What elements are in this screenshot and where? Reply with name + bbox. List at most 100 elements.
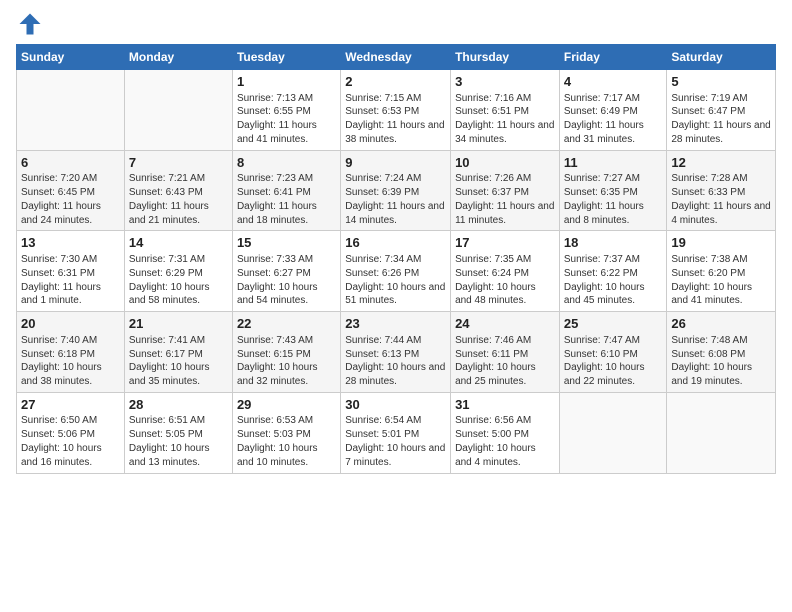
table-row: 4Sunrise: 7:17 AMSunset: 6:49 PMDaylight… [559, 70, 667, 151]
calendar-table: Sunday Monday Tuesday Wednesday Thursday… [16, 44, 776, 474]
day-info: Sunrise: 6:56 AMSunset: 5:00 PMDaylight:… [455, 414, 555, 469]
table-row: 21Sunrise: 7:41 AMSunset: 6:17 PMDayligh… [124, 312, 232, 393]
day-number: 30 [345, 396, 446, 414]
day-info: Sunrise: 7:31 AMSunset: 6:29 PMDaylight:… [129, 253, 228, 308]
col-saturday: Saturday [667, 45, 776, 70]
day-number: 5 [671, 73, 771, 91]
table-row: 16Sunrise: 7:34 AMSunset: 6:26 PMDayligh… [341, 231, 451, 312]
day-info: Sunrise: 7:28 AMSunset: 6:33 PMDaylight:… [671, 172, 771, 227]
day-info: Sunrise: 7:37 AMSunset: 6:22 PMDaylight:… [564, 253, 663, 308]
day-number: 27 [21, 396, 120, 414]
day-number: 21 [129, 315, 228, 333]
table-row [559, 392, 667, 473]
day-info: Sunrise: 7:33 AMSunset: 6:27 PMDaylight:… [237, 253, 336, 308]
day-info: Sunrise: 7:24 AMSunset: 6:39 PMDaylight:… [345, 172, 446, 227]
day-number: 29 [237, 396, 336, 414]
col-wednesday: Wednesday [341, 45, 451, 70]
table-row: 2Sunrise: 7:15 AMSunset: 6:53 PMDaylight… [341, 70, 451, 151]
table-row: 7Sunrise: 7:21 AMSunset: 6:43 PMDaylight… [124, 150, 232, 231]
table-row: 15Sunrise: 7:33 AMSunset: 6:27 PMDayligh… [232, 231, 340, 312]
day-number: 24 [455, 315, 555, 333]
calendar-week-row: 13Sunrise: 7:30 AMSunset: 6:31 PMDayligh… [17, 231, 776, 312]
table-row: 18Sunrise: 7:37 AMSunset: 6:22 PMDayligh… [559, 231, 667, 312]
calendar-week-row: 1Sunrise: 7:13 AMSunset: 6:55 PMDaylight… [17, 70, 776, 151]
table-row: 10Sunrise: 7:26 AMSunset: 6:37 PMDayligh… [451, 150, 560, 231]
calendar-week-row: 6Sunrise: 7:20 AMSunset: 6:45 PMDaylight… [17, 150, 776, 231]
day-info: Sunrise: 7:48 AMSunset: 6:08 PMDaylight:… [671, 334, 771, 389]
day-number: 10 [455, 154, 555, 172]
table-row: 28Sunrise: 6:51 AMSunset: 5:05 PMDayligh… [124, 392, 232, 473]
day-number: 17 [455, 234, 555, 252]
day-info: Sunrise: 7:44 AMSunset: 6:13 PMDaylight:… [345, 334, 446, 389]
table-row: 24Sunrise: 7:46 AMSunset: 6:11 PMDayligh… [451, 312, 560, 393]
calendar-week-row: 20Sunrise: 7:40 AMSunset: 6:18 PMDayligh… [17, 312, 776, 393]
day-info: Sunrise: 7:27 AMSunset: 6:35 PMDaylight:… [564, 172, 663, 227]
day-number: 23 [345, 315, 446, 333]
table-row [17, 70, 125, 151]
table-row: 8Sunrise: 7:23 AMSunset: 6:41 PMDaylight… [232, 150, 340, 231]
table-row: 25Sunrise: 7:47 AMSunset: 6:10 PMDayligh… [559, 312, 667, 393]
day-info: Sunrise: 7:41 AMSunset: 6:17 PMDaylight:… [129, 334, 228, 389]
day-info: Sunrise: 7:23 AMSunset: 6:41 PMDaylight:… [237, 172, 336, 227]
table-row: 26Sunrise: 7:48 AMSunset: 6:08 PMDayligh… [667, 312, 776, 393]
day-number: 20 [21, 315, 120, 333]
day-info: Sunrise: 6:53 AMSunset: 5:03 PMDaylight:… [237, 414, 336, 469]
table-row: 17Sunrise: 7:35 AMSunset: 6:24 PMDayligh… [451, 231, 560, 312]
logo-icon [16, 10, 44, 38]
table-row: 14Sunrise: 7:31 AMSunset: 6:29 PMDayligh… [124, 231, 232, 312]
day-info: Sunrise: 7:34 AMSunset: 6:26 PMDaylight:… [345, 253, 446, 308]
table-row [124, 70, 232, 151]
day-number: 28 [129, 396, 228, 414]
day-number: 9 [345, 154, 446, 172]
table-row: 11Sunrise: 7:27 AMSunset: 6:35 PMDayligh… [559, 150, 667, 231]
day-number: 6 [21, 154, 120, 172]
day-number: 8 [237, 154, 336, 172]
day-info: Sunrise: 6:50 AMSunset: 5:06 PMDaylight:… [21, 414, 120, 469]
day-info: Sunrise: 7:13 AMSunset: 6:55 PMDaylight:… [237, 92, 336, 147]
day-info: Sunrise: 7:43 AMSunset: 6:15 PMDaylight:… [237, 334, 336, 389]
table-row: 5Sunrise: 7:19 AMSunset: 6:47 PMDaylight… [667, 70, 776, 151]
table-row: 30Sunrise: 6:54 AMSunset: 5:01 PMDayligh… [341, 392, 451, 473]
day-info: Sunrise: 7:46 AMSunset: 6:11 PMDaylight:… [455, 334, 555, 389]
day-info: Sunrise: 7:35 AMSunset: 6:24 PMDaylight:… [455, 253, 555, 308]
day-info: Sunrise: 7:26 AMSunset: 6:37 PMDaylight:… [455, 172, 555, 227]
table-row: 23Sunrise: 7:44 AMSunset: 6:13 PMDayligh… [341, 312, 451, 393]
day-info: Sunrise: 7:38 AMSunset: 6:20 PMDaylight:… [671, 253, 771, 308]
table-row [667, 392, 776, 473]
logo [16, 10, 48, 38]
table-row: 31Sunrise: 6:56 AMSunset: 5:00 PMDayligh… [451, 392, 560, 473]
day-number: 13 [21, 234, 120, 252]
col-friday: Friday [559, 45, 667, 70]
day-number: 11 [564, 154, 663, 172]
day-number: 26 [671, 315, 771, 333]
day-info: Sunrise: 7:40 AMSunset: 6:18 PMDaylight:… [21, 334, 120, 389]
day-number: 4 [564, 73, 663, 91]
day-number: 7 [129, 154, 228, 172]
day-info: Sunrise: 6:54 AMSunset: 5:01 PMDaylight:… [345, 414, 446, 469]
day-number: 19 [671, 234, 771, 252]
day-info: Sunrise: 7:30 AMSunset: 6:31 PMDaylight:… [21, 253, 120, 308]
day-number: 14 [129, 234, 228, 252]
day-info: Sunrise: 7:19 AMSunset: 6:47 PMDaylight:… [671, 92, 771, 147]
table-row: 19Sunrise: 7:38 AMSunset: 6:20 PMDayligh… [667, 231, 776, 312]
table-row: 9Sunrise: 7:24 AMSunset: 6:39 PMDaylight… [341, 150, 451, 231]
calendar-week-row: 27Sunrise: 6:50 AMSunset: 5:06 PMDayligh… [17, 392, 776, 473]
table-row: 29Sunrise: 6:53 AMSunset: 5:03 PMDayligh… [232, 392, 340, 473]
day-info: Sunrise: 7:21 AMSunset: 6:43 PMDaylight:… [129, 172, 228, 227]
table-row: 6Sunrise: 7:20 AMSunset: 6:45 PMDaylight… [17, 150, 125, 231]
day-info: Sunrise: 7:47 AMSunset: 6:10 PMDaylight:… [564, 334, 663, 389]
table-row: 1Sunrise: 7:13 AMSunset: 6:55 PMDaylight… [232, 70, 340, 151]
col-tuesday: Tuesday [232, 45, 340, 70]
col-monday: Monday [124, 45, 232, 70]
col-sunday: Sunday [17, 45, 125, 70]
day-number: 31 [455, 396, 555, 414]
table-row: 12Sunrise: 7:28 AMSunset: 6:33 PMDayligh… [667, 150, 776, 231]
day-number: 15 [237, 234, 336, 252]
col-thursday: Thursday [451, 45, 560, 70]
day-info: Sunrise: 7:20 AMSunset: 6:45 PMDaylight:… [21, 172, 120, 227]
table-row: 3Sunrise: 7:16 AMSunset: 6:51 PMDaylight… [451, 70, 560, 151]
day-number: 3 [455, 73, 555, 91]
day-number: 25 [564, 315, 663, 333]
day-info: Sunrise: 7:16 AMSunset: 6:51 PMDaylight:… [455, 92, 555, 147]
table-row: 13Sunrise: 7:30 AMSunset: 6:31 PMDayligh… [17, 231, 125, 312]
